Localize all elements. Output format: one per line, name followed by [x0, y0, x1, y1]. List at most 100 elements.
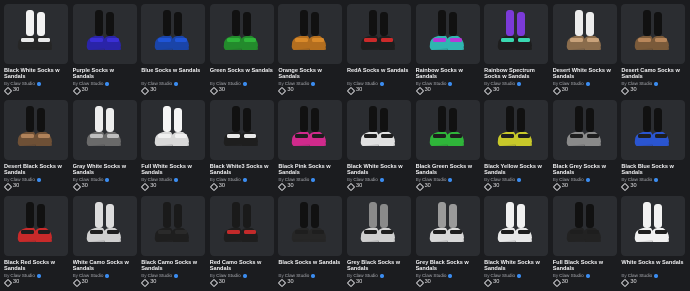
item-name[interactable]: Rainbow Socks w Sandals [416, 68, 480, 81]
item-name[interactable]: Black Pink Socks w Sandals [278, 164, 342, 177]
item-name[interactable]: Black White Socks w Sandals [347, 164, 411, 177]
item-thumbnail[interactable] [278, 100, 343, 160]
catalog-item-card[interactable]: White Camo Socks w Sandals By Claw Studio 3… [72, 196, 137, 290]
catalog-item-card[interactable]: Black Socks w Sandals By Claw Studio 30 [278, 196, 343, 290]
catalog-item-card[interactable]: Full Black Socks w Sandals By Claw Studio 3… [552, 196, 617, 290]
item-name[interactable]: Purple Socks w Sandals [73, 68, 137, 81]
catalog-item-card[interactable]: White Socks w Sandals By Claw Studio 30 [621, 196, 686, 290]
item-thumbnail[interactable] [209, 196, 274, 256]
item-thumbnail[interactable] [346, 196, 411, 256]
item-thumbnail[interactable] [278, 196, 343, 256]
item-thumbnail[interactable] [621, 100, 686, 160]
item-thumbnail[interactable] [141, 196, 206, 256]
catalog-item-card[interactable]: Black Pink Socks w Sandals By Claw Studio 3… [278, 100, 343, 194]
catalog-item-card[interactable]: Black White3 Socks w Sandals By Claw Studi… [209, 100, 274, 194]
item-name[interactable]: Black Yellow Socks w Sandals [484, 164, 548, 177]
item-name[interactable]: White Socks w Sandals [621, 260, 685, 273]
item-name[interactable]: Black White Socks w Sandals [4, 68, 68, 81]
item-thumbnail[interactable] [72, 100, 137, 160]
item-thumbnail[interactable] [484, 196, 549, 256]
item-thumbnail[interactable] [621, 4, 686, 64]
catalog-item-card[interactable]: Black White Socks w Sandals By Claw Studio… [483, 196, 549, 290]
item-thumbnail[interactable] [4, 196, 68, 256]
item-name[interactable]: Orange Socks w Sandals [278, 68, 342, 81]
sandal-socks-image [17, 106, 52, 146]
catalog-item-card[interactable]: Orange Socks w Sandals By Claw Studio 30 [278, 4, 343, 98]
catalog-item-card[interactable]: Grey Black Socks w Sandals By Claw Studio 3… [415, 196, 480, 290]
catalog-item-card[interactable]: Black White Socks w Sandals By Claw Studio… [3, 4, 68, 98]
catalog-item-card[interactable]: Black Yellow Socks w Sandals By Claw Studi… [483, 100, 549, 194]
catalog-item-card[interactable]: Desert Black Socks w Sandals By Claw Studi… [3, 100, 68, 194]
catalog-item-card[interactable]: RedA Socks w Sandals By Claw Studio 30 [346, 4, 411, 98]
item-name[interactable]: Desert Camo Socks w Sandals [621, 68, 685, 81]
catalog-item-card[interactable]: Desert Camo Socks w Sandals By Claw Studio… [621, 4, 686, 98]
item-thumbnail[interactable] [552, 4, 617, 64]
item-name[interactable]: Rainbow Spectrum Socks w Sandals [484, 68, 548, 81]
item-thumbnail[interactable] [621, 196, 686, 256]
item-thumbnail[interactable] [552, 196, 617, 256]
verified-badge-icon [242, 178, 247, 182]
item-thumbnail[interactable] [552, 100, 617, 160]
catalog-item-card[interactable]: Red Camo Socks w Sandals By Claw Studio 30 [209, 196, 274, 290]
catalog-item-card[interactable]: Black Green Socks w Sandals By Claw Studio… [415, 100, 480, 194]
catalog-item-card[interactable]: Full White Socks w Sandals By Claw Studio 3… [140, 100, 206, 194]
item-name[interactable]: RedA Socks w Sandals [347, 68, 411, 81]
item-thumbnail[interactable] [278, 4, 343, 64]
item-name[interactable]: Desert White Socks w Sandals [553, 68, 617, 81]
item-name[interactable]: Red Camo Socks w Sandals [210, 260, 274, 273]
item-name[interactable]: Black Red Socks w Sandals [4, 260, 68, 273]
item-name[interactable]: Full Black Socks w Sandals [553, 260, 617, 273]
sandal-socks-image [86, 202, 121, 242]
item-thumbnail[interactable] [209, 100, 274, 160]
item-thumbnail[interactable] [4, 4, 68, 64]
item-thumbnail[interactable] [209, 4, 274, 64]
item-name[interactable]: Black Green Socks w Sandals [416, 164, 480, 177]
catalog-item-card[interactable]: Gray White Socks w Sandals By Claw Studio 3… [72, 100, 137, 194]
catalog-item-card[interactable]: Black Grey Socks w Sandals By Claw Studio 3… [552, 100, 617, 194]
item-thumbnail[interactable] [141, 100, 206, 160]
sandal-socks-image [154, 202, 190, 242]
item-thumbnail[interactable] [415, 4, 480, 64]
price: 30 [140, 182, 205, 191]
catalog-item-card[interactable]: Black White Socks w Sandals By Claw Studio… [346, 100, 411, 194]
item-thumbnail[interactable] [346, 4, 411, 64]
catalog-item-card[interactable]: Purple Socks w Sandals By Claw Studio 30 [72, 4, 137, 98]
item-thumbnail[interactable] [4, 100, 68, 160]
item-name[interactable]: Blue Socks w Sandals [141, 68, 205, 81]
item-thumbnail[interactable] [484, 100, 549, 160]
robux-icon [621, 86, 630, 95]
catalog-item-card[interactable]: Black Red Socks w Sandals By Claw Studio 30 [3, 196, 68, 290]
item-name[interactable]: Black Blue Socks w Sandals [621, 164, 685, 177]
item-name[interactable]: Black White3 Socks w Sandals [210, 164, 274, 177]
price: 30 [346, 278, 411, 287]
item-name[interactable]: Black Grey Socks w Sandals [553, 164, 617, 177]
item-name[interactable]: Green Socks w Sandals [210, 68, 274, 81]
catalog-item-card[interactable]: Desert White Socks w Sandals By Claw Studi… [552, 4, 617, 98]
item-name[interactable]: White Camo Socks w Sandals [73, 260, 137, 273]
item-thumbnail[interactable] [72, 196, 137, 256]
catalog-grid: Black White Socks w Sandals By Claw Studio… [3, 4, 686, 291]
item-name[interactable]: Full White Socks w Sandals [141, 164, 205, 177]
item-thumbnail[interactable] [415, 196, 480, 256]
catalog-item-card[interactable]: Black Blue Socks w Sandals By Claw Studio 3… [621, 100, 686, 194]
item-thumbnail[interactable] [72, 4, 137, 64]
item-thumbnail[interactable] [346, 100, 411, 160]
item-name[interactable]: Black White Socks w Sandals [484, 260, 548, 273]
item-thumbnail[interactable] [484, 4, 549, 64]
item-name[interactable]: Gray White Socks w Sandals [73, 164, 137, 177]
item-name[interactable]: Grey Black Socks w Sandals [416, 260, 480, 273]
item-thumbnail[interactable] [141, 4, 206, 64]
item-name[interactable]: Black Socks w Sandals [278, 260, 342, 273]
catalog-item-card[interactable]: Rainbow Spectrum Socks w Sandals By Claw S… [483, 4, 549, 98]
item-name[interactable]: Grey Black Socks w Sandals [347, 260, 411, 273]
catalog-item-card[interactable]: Blue Socks w Sandals By Claw Studio 30 [140, 4, 206, 98]
item-thumbnail[interactable] [415, 100, 480, 160]
catalog-item-card[interactable]: Grey Black Socks w Sandals By Claw Studio 3… [346, 196, 411, 290]
item-name[interactable]: Black Camo Socks w Sandals [141, 260, 205, 273]
robux-icon [278, 86, 287, 95]
catalog-item-card[interactable]: Rainbow Socks w Sandals By Claw Studio 30 [415, 4, 480, 98]
verified-badge-icon [448, 274, 453, 278]
item-name[interactable]: Desert Black Socks w Sandals [4, 164, 68, 177]
catalog-item-card[interactable]: Green Socks w Sandals By Claw Studio 30 [209, 4, 274, 98]
catalog-item-card[interactable]: Black Camo Socks w Sandals By Claw Studio 3… [140, 196, 206, 290]
